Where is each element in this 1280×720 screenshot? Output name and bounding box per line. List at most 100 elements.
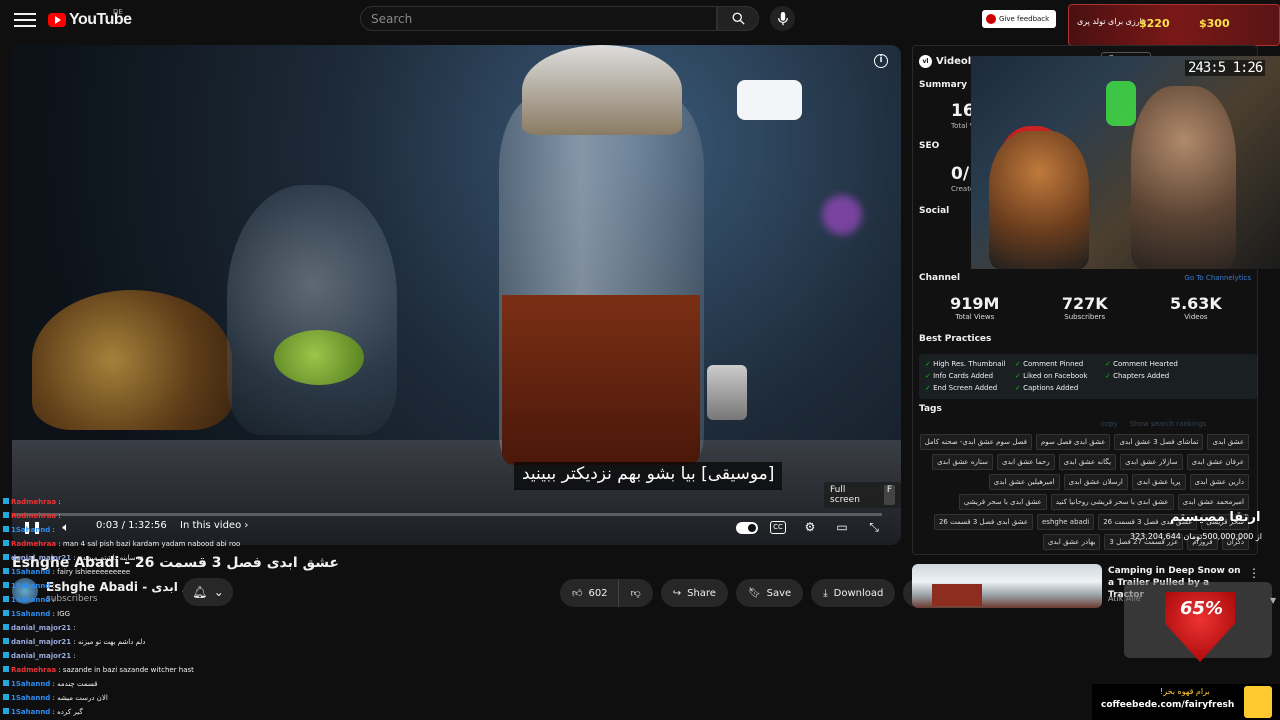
stat-value: 5.63K [1169, 294, 1222, 313]
chat-username[interactable]: Radmehraa [11, 512, 56, 520]
chat-username[interactable]: Radmehraa [11, 540, 56, 548]
chat-username[interactable]: 1Sahannd [11, 680, 50, 688]
chat-username[interactable]: 1Sahannd [11, 708, 50, 716]
tag-chip[interactable]: عشق ابدی فصل سوم [1035, 434, 1111, 450]
tag-chip[interactable]: eshghe abadi [1037, 514, 1095, 530]
chat-badge-icon [3, 512, 9, 518]
download-button[interactable]: ⤓ Download [811, 579, 896, 607]
more-vert-icon[interactable]: ⋮ [1248, 566, 1260, 580]
seo-label: SEO [919, 141, 940, 151]
tag-chip[interactable]: عشق ابدی با سحر قریشی [958, 494, 1047, 510]
chat-text: : [56, 498, 61, 506]
voice-search-button[interactable] [770, 6, 795, 31]
chat-text: : دلم داشم بهت تو میزنه [71, 638, 146, 646]
copy-tags-button[interactable]: copy [1101, 420, 1118, 428]
chat-badge-icon [3, 708, 9, 714]
tag-tools: copy Show search rankings [1101, 420, 1206, 428]
chat-username[interactable]: 1Sahannd [11, 582, 50, 590]
buy-coffee-text: برام قهوه بخر! [1160, 687, 1210, 696]
chat-message: Radmehraa : [0, 509, 240, 523]
stat-label: Videos [1184, 313, 1208, 321]
donation-total: 323,204,644 از 500,000,000تومان [1130, 532, 1262, 541]
donation-amount-1: $220 [1139, 17, 1170, 30]
video-player[interactable]: i [موسیقی] بیا بشو بهم نزدیکتر ببینید Fu… [12, 45, 901, 545]
share-button[interactable]: ↪ Share [660, 579, 728, 607]
tag-chip[interactable]: سازلار عشق ابدی [1120, 454, 1183, 470]
go-to-channelytics-link[interactable]: Go To Channelytics [1184, 274, 1251, 282]
tag-chip[interactable]: عشق ابدی فصل 3 قسمت 26 [933, 514, 1033, 530]
donation-amount-2: $300 [1199, 17, 1230, 30]
download-label: Download [833, 587, 884, 599]
chat-username[interactable]: danial_major21 [11, 554, 71, 562]
chat-text: : [50, 526, 55, 534]
download-icon: ⤓ [823, 587, 828, 599]
chat-message: 1Sahannd : IGG [0, 607, 240, 621]
chat-badge-icon [3, 666, 9, 672]
settings-gear-icon[interactable]: ⚙ [800, 519, 820, 535]
chat-badge-icon [3, 624, 9, 630]
give-feedback-button[interactable]: Give feedback [982, 10, 1056, 28]
tag-chip[interactable]: یگانه عشق ابدی [1058, 454, 1117, 470]
chat-username[interactable]: danial_major21 [11, 652, 71, 660]
chat-username[interactable]: danial_major21 [11, 624, 71, 632]
search-button[interactable] [717, 6, 759, 31]
recommended-thumbnail[interactable] [912, 564, 1102, 608]
chat-username[interactable]: Radmehraa [11, 498, 56, 506]
chat-message: danial_major21 : ته ساینه داشتم میدیدم [0, 551, 240, 565]
best-practice-item: End Screen Added [925, 382, 1015, 394]
info-icon[interactable]: i [874, 54, 888, 68]
tag-chip[interactable]: عرفان عشق ابدی [1186, 454, 1249, 470]
chat-username[interactable]: 1Sahannd [11, 526, 50, 534]
video-scene-limes [274, 330, 364, 385]
chat-username[interactable]: Radmehraa [11, 666, 56, 674]
video-actions: 👍︎602 👎︎ ↪Share 🔖︎Save ⤓Download ⋯ [560, 579, 932, 607]
tag-chip[interactable]: پریا عشق ابدی [1131, 474, 1186, 490]
theater-mode-icon[interactable]: ▭ [832, 519, 852, 535]
video-scene-small-jar [227, 185, 397, 435]
dislike-button[interactable]: 👎︎ [617, 579, 653, 607]
scroll-down-icon[interactable]: ▼ [1270, 596, 1276, 605]
chat-message: Radmehraa : [0, 495, 240, 509]
fullscreen-tooltip-key: F [883, 485, 895, 505]
autoplay-toggle[interactable] [736, 522, 758, 534]
best-practice-item: Chapters Added [1105, 370, 1195, 382]
chat-text: : [71, 624, 76, 632]
video-subtitle: [موسیقی] بیا بشو بهم نزدیکتر ببینید [514, 462, 783, 490]
chat-message: danial_major21 : دلم داشم بهت تو میزنه [0, 635, 240, 649]
show-rankings-button[interactable]: Show search rankings [1130, 420, 1207, 428]
tag-chip[interactable]: تماشای فصل 3 عشق ابدی [1114, 434, 1204, 450]
chat-text: : گیر کرده [50, 708, 83, 716]
video-scene-fruit [32, 290, 232, 430]
best-practice-item: High Res. Thumbnail [925, 358, 1015, 370]
chat-text: : man 4 sal pish bazi kardam yadam naboo… [56, 540, 240, 548]
search-box[interactable] [360, 6, 717, 31]
tag-chip[interactable]: ارسلان عشق ابدی [1063, 474, 1128, 490]
chat-username[interactable]: 1Sahannd [11, 610, 50, 618]
chat-username[interactable]: 1Sahannd [11, 694, 50, 702]
chat-message: 1Sahannd : [0, 593, 240, 607]
best-practice-item: Info Cards Added [925, 370, 1015, 382]
chat-username[interactable]: danial_major21 [11, 638, 71, 646]
tag-chip[interactable]: امیرمحمد عشق ابدی [1177, 494, 1249, 510]
tag-chip[interactable]: دارین عشق ابدی [1189, 474, 1249, 490]
tag-chip[interactable]: بهادر عشق ابدی [1042, 534, 1101, 550]
share-label: Share [687, 587, 716, 599]
like-button[interactable]: 👍︎ 602 [560, 579, 618, 607]
save-button[interactable]: 🔖︎ Save [735, 579, 804, 607]
tag-chip[interactable]: امیرهیلین عشق ابدی [988, 474, 1060, 490]
tag-chip[interactable]: رحما عشق ابدی [997, 454, 1055, 470]
chat-message: 1Sahannd : [0, 579, 240, 593]
captions-icon[interactable]: CC [770, 521, 786, 534]
donor-name: ارتقا مصیستم [1170, 510, 1261, 525]
tag-chip[interactable]: فصل سوم عشق ابدی- صحنه کامل [919, 434, 1032, 450]
search-input[interactable] [371, 11, 716, 26]
tag-chip[interactable]: ستاره عشق ابدی [932, 454, 993, 470]
tag-chip[interactable]: عشق ابدی [1207, 434, 1249, 450]
menu-icon[interactable] [14, 9, 36, 31]
fullscreen-icon[interactable]: ⤡ [864, 519, 884, 535]
video-scene-lid [522, 45, 682, 135]
summary-label: Summary [919, 80, 968, 90]
chat-username[interactable]: 1Sahannd [11, 596, 50, 604]
chat-username[interactable]: 1Sahannd [11, 568, 50, 576]
tag-chip[interactable]: عشق ابدی با سحر قریشی روحانیا کنید [1050, 494, 1174, 510]
